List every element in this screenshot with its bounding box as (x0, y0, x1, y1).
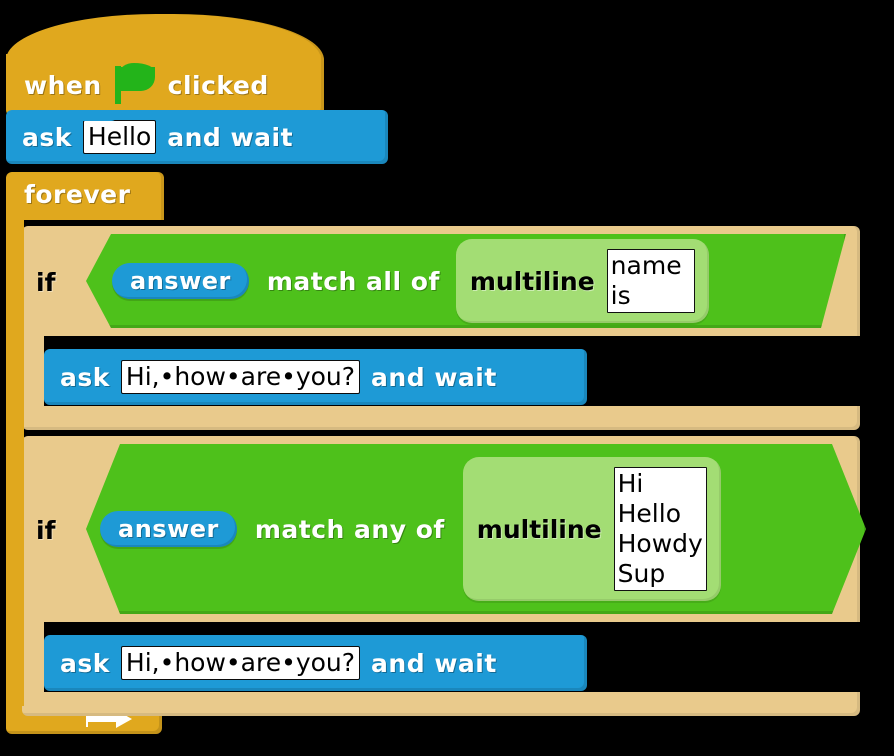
multiline-reporter-2[interactable]: multiline Hi Hello Howdy Sup (463, 457, 721, 601)
multiline-label-1: multiline (469, 266, 595, 296)
stack-notch (90, 692, 134, 703)
if-block-1-footer (22, 406, 860, 430)
stack-notch (74, 172, 118, 183)
answer-label-1: answer (130, 267, 231, 295)
if-label-1: if (36, 268, 56, 297)
and-wait-label: and wait (167, 122, 294, 152)
hat-block-row: when clicked (24, 63, 269, 104)
and-wait-label-2: and wait (371, 648, 497, 678)
multiline-reporter-1[interactable]: multiline name is (456, 239, 709, 323)
answer-reporter-1[interactable]: answer (112, 263, 249, 299)
ask-and-wait-block-top[interactable]: ask Hello and wait (6, 110, 388, 164)
stack-notch (112, 349, 156, 360)
forever-left-bar-overlay (6, 216, 24, 706)
answer-label-2: answer (118, 515, 219, 543)
boolean-match-any-of-2[interactable]: answer match any of multiline Hi Hello H… (86, 444, 866, 614)
ask-label-2: ask (60, 648, 110, 678)
and-wait-label-1: and wait (371, 362, 497, 392)
operator-label-1: match all of (266, 266, 440, 296)
stack-notch (74, 110, 118, 121)
if-label-2: if (36, 516, 56, 545)
when-label: when (24, 70, 102, 100)
forever-label: forever (24, 180, 131, 209)
when-flag-clicked-block[interactable]: when clicked (6, 14, 324, 116)
answer-reporter-2[interactable]: answer (100, 511, 237, 547)
multiline-input-2[interactable]: Hi Hello Howdy Sup (614, 467, 707, 591)
stack-notch (90, 406, 134, 417)
operator-label-2: match any of (254, 514, 445, 544)
ask-label-1: ask (60, 362, 110, 392)
multiline-input-1[interactable]: name is (607, 249, 695, 313)
ask-label: ask (22, 122, 72, 152)
ask-input-2[interactable]: Hi,•how•are•you? (120, 646, 361, 680)
multiline-label-2: multiline (476, 514, 602, 544)
stack-notch (112, 635, 156, 646)
ask-input-1[interactable]: Hi,•how•are•you? (120, 360, 361, 394)
if-block-2-footer (22, 692, 860, 716)
ask-input-top[interactable]: Hello (82, 120, 157, 154)
clicked-label: clicked (167, 70, 269, 100)
block-script-canvas: when clicked ask Hello and wait forever … (0, 0, 894, 756)
boolean-match-all-of-1[interactable]: answer match all of multiline name is (86, 234, 846, 328)
green-flag-icon (114, 63, 155, 104)
